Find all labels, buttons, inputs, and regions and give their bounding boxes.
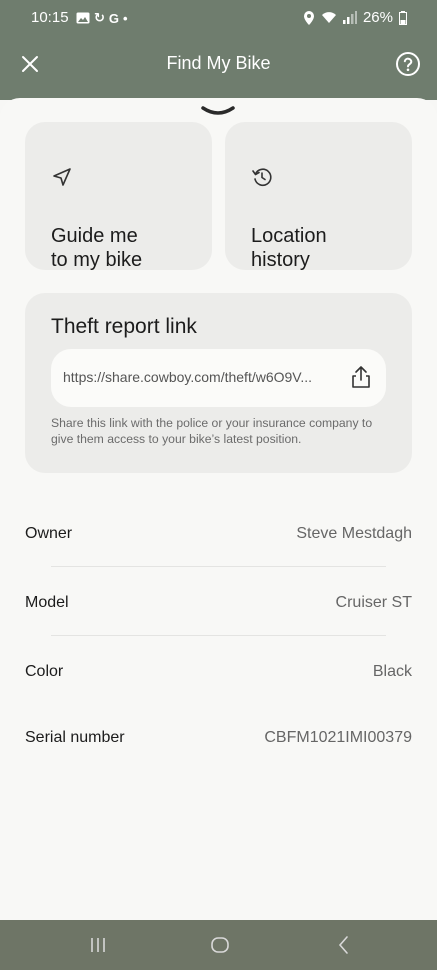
wifi-icon <box>321 12 336 23</box>
theft-report-card: Theft report link https://share.cowboy.c… <box>25 293 412 473</box>
location-icon <box>303 10 314 25</box>
google-icon: G <box>108 10 120 26</box>
home-icon[interactable] <box>209 934 231 956</box>
bottom-sheet: Guide me to my bike Location history The… <box>0 98 437 920</box>
notification-icons: ↻ G • <box>76 10 128 26</box>
detail-value: Black <box>372 663 412 680</box>
sync-icon: ↻ <box>94 10 105 25</box>
share-icon[interactable] <box>350 365 372 389</box>
navigation-arrow-icon <box>53 168 71 186</box>
location-history-label: Location history <box>251 225 327 271</box>
theft-link-url: https://share.cowboy.com/theft/w6O9V... <box>63 369 313 385</box>
divider <box>51 566 386 567</box>
detail-row-color: Color Black <box>25 651 412 691</box>
back-icon[interactable] <box>333 934 355 956</box>
theft-report-title: Theft report link <box>51 315 197 338</box>
divider <box>51 635 386 636</box>
app-header: Find My Bike <box>0 40 437 88</box>
detail-value: CBFM1021IMI00379 <box>264 729 412 746</box>
location-history-button[interactable]: Location history <box>225 122 412 271</box>
top-bar: 10:15 ↻ G • 26% Find My Bike <box>0 0 437 100</box>
detail-label: Color <box>25 663 64 680</box>
screen: 10:15 ↻ G • 26% Find My Bike Guide me to… <box>0 0 437 970</box>
theft-link-description: Share this link with the police or your … <box>51 416 373 446</box>
battery-icon <box>399 10 407 25</box>
detail-row-model: Model Cruiser ST <box>25 582 412 622</box>
status-time: 10:15 <box>31 9 69 26</box>
detail-label: Owner <box>25 525 73 542</box>
detail-row-serial-number: Serial number CBFM1021IMI00379 <box>25 717 412 757</box>
dot-icon: • <box>123 10 128 26</box>
detail-value: Cruiser ST <box>335 594 412 611</box>
chevron-down-icon[interactable] <box>200 104 236 118</box>
theft-link-field[interactable]: https://share.cowboy.com/theft/w6O9V... <box>51 349 386 407</box>
guide-me-label: Guide me to my bike <box>51 225 143 271</box>
help-icon[interactable] <box>395 51 421 77</box>
status-bar: 10:15 ↻ G • 26% <box>0 0 437 36</box>
detail-value: Steve Mestdagh <box>296 525 412 542</box>
page-title: Find My Bike <box>166 53 271 73</box>
guide-me-button[interactable]: Guide me to my bike <box>25 122 212 271</box>
detail-label: Model <box>25 594 69 611</box>
detail-label: Serial number <box>25 729 125 746</box>
system-icons: 26% <box>303 9 407 26</box>
recent-apps-icon[interactable] <box>87 934 109 956</box>
signal-icon <box>342 11 357 24</box>
history-icon <box>252 168 272 187</box>
battery-percent: 26% <box>362 9 393 26</box>
detail-row-owner: Owner Steve Mestdagh <box>25 513 412 553</box>
system-nav-bar <box>0 920 437 970</box>
gallery-icon <box>76 12 90 24</box>
